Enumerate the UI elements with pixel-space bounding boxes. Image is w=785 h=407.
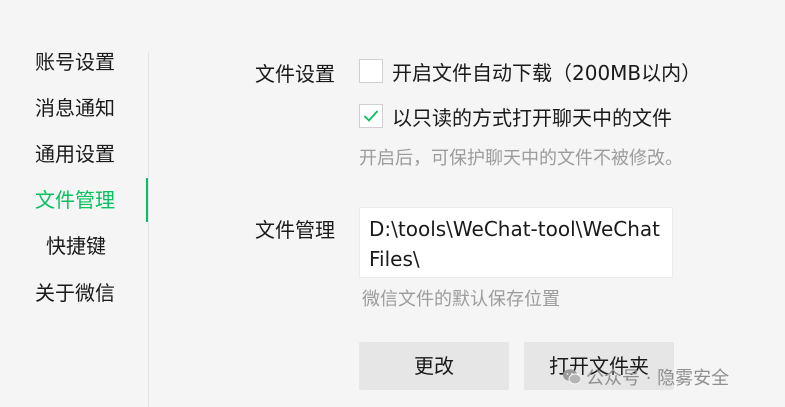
- auto-download-label: 开启文件自动下载（200MB以内）: [392, 60, 702, 85]
- auto-download-option[interactable]: 开启文件自动下载（200MB以内）: [359, 57, 701, 85]
- sidebar-item-shortcuts[interactable]: 快捷键: [0, 224, 150, 268]
- settings-sidebar: 账号设置 消息通知 通用设置 文件管理 快捷键 关于微信: [0, 0, 150, 407]
- watermark-text: 公众号 · 隐雾安全: [586, 368, 730, 389]
- watermark: 公众号 · 隐雾安全: [562, 363, 729, 391]
- file-management-label: 文件管理: [255, 218, 335, 242]
- checkmark-icon: [363, 110, 379, 122]
- sidebar-item-label: 文件管理: [35, 188, 115, 212]
- sidebar-item-about[interactable]: 关于微信: [0, 271, 150, 315]
- read-only-option[interactable]: 以只读的方式打开聊天中的文件: [359, 102, 672, 130]
- sidebar-divider: [148, 52, 149, 407]
- sidebar-item-notifications[interactable]: 消息通知: [0, 86, 150, 130]
- sidebar-item-label: 快捷键: [46, 234, 106, 258]
- read-only-checkbox[interactable]: [359, 104, 383, 128]
- read-only-label: 以只读的方式打开聊天中的文件: [392, 105, 672, 130]
- settings-window: 账号设置 消息通知 通用设置 文件管理 快捷键 关于微信 文件设置 开启文件自动…: [0, 0, 785, 407]
- auto-download-checkbox[interactable]: [359, 59, 383, 83]
- sidebar-item-label: 消息通知: [35, 96, 115, 120]
- file-path-hint: 微信文件的默认保存位置: [362, 289, 560, 310]
- sidebar-item-file-management[interactable]: 文件管理: [0, 178, 150, 222]
- sidebar-item-general[interactable]: 通用设置: [0, 132, 150, 176]
- file-settings-label: 文件设置: [255, 62, 335, 86]
- file-path-display: D:\tools\WeChat-tool\WeChat Files\: [359, 207, 673, 278]
- change-path-button[interactable]: 更改: [359, 342, 509, 390]
- sidebar-item-label: 关于微信: [35, 281, 115, 305]
- sidebar-item-label: 通用设置: [35, 142, 115, 166]
- sidebar-item-account[interactable]: 账号设置: [0, 40, 150, 84]
- sidebar-item-label: 账号设置: [35, 50, 115, 74]
- wechat-logo-icon: [563, 369, 582, 385]
- file-settings-hint: 开启后，可保护聊天中的文件不被修改。: [359, 148, 683, 169]
